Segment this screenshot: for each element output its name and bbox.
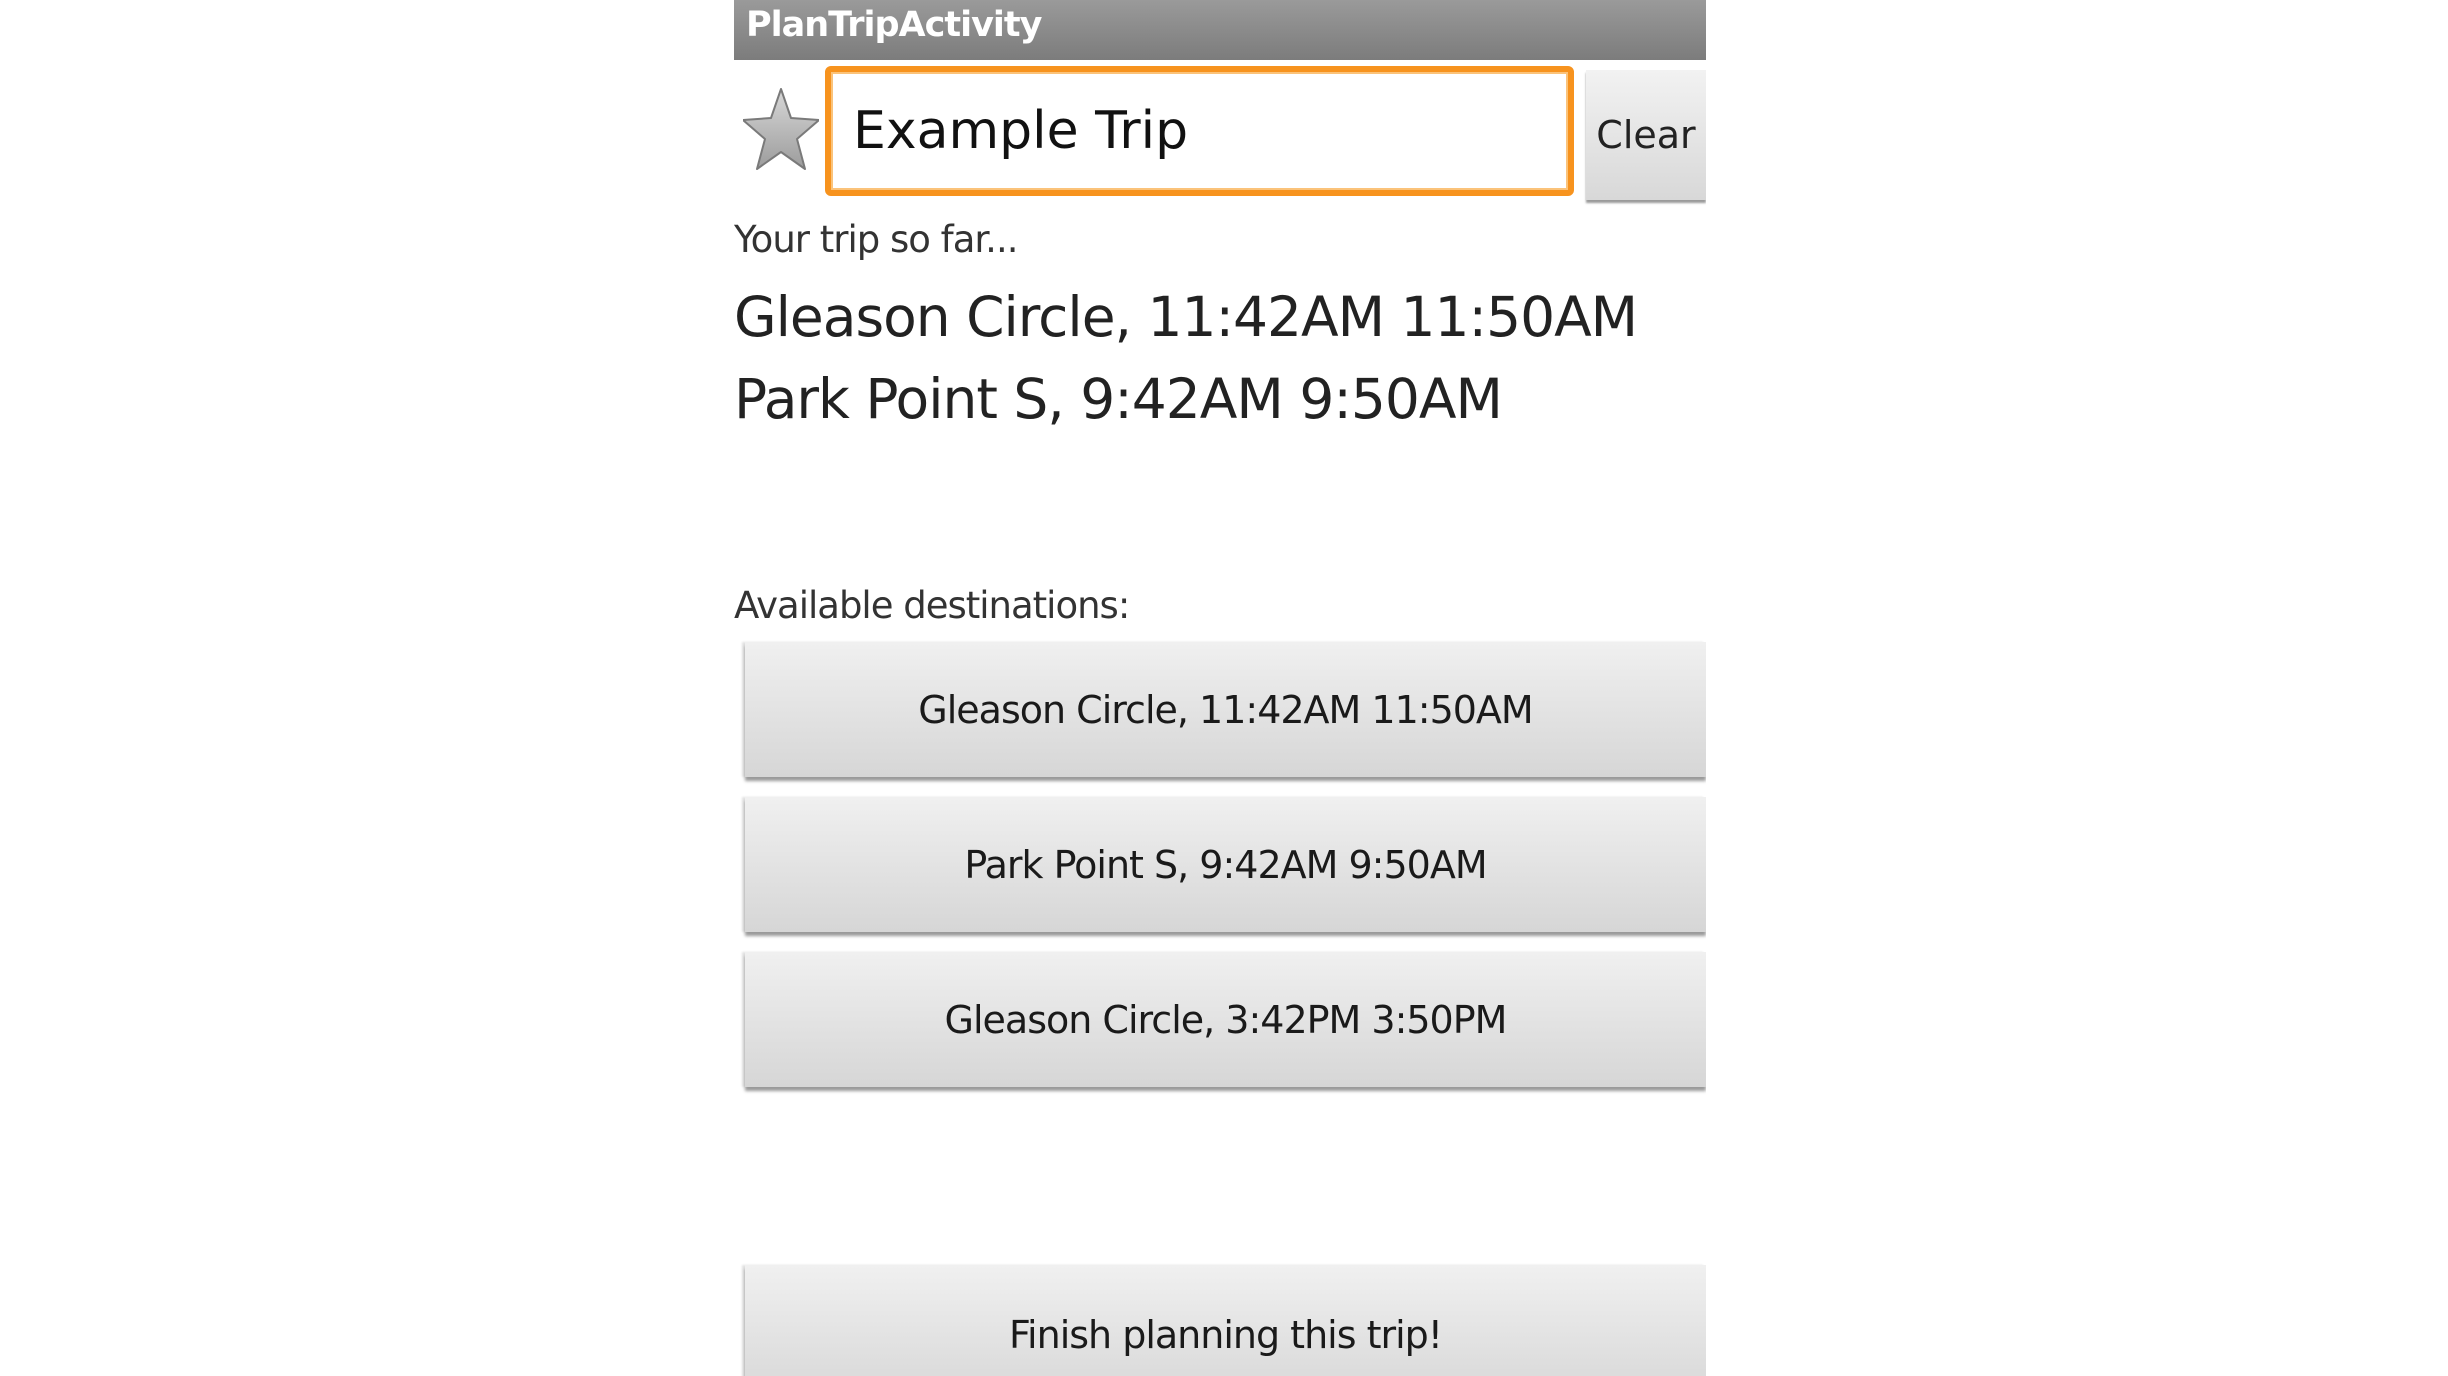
destinations-heading: Available destinations: [734, 584, 1130, 627]
trip-name-input[interactable] [825, 66, 1574, 196]
star-icon[interactable] [743, 85, 819, 175]
trip-stop: Park Point S, 9:42AM 9:50AM [734, 367, 1503, 431]
finish-planning-button[interactable]: Finish planning this trip! [745, 1265, 1706, 1376]
trip-stop: Gleason Circle, 11:42AM 11:50AM [734, 285, 1638, 349]
trip-heading: Your trip so far... [734, 218, 1018, 261]
title-bar: PlanTripActivity [734, 0, 1706, 60]
destination-button[interactable]: Gleason Circle, 11:42AM 11:50AM [745, 642, 1706, 777]
trip-stop-list: Gleason Circle, 11:42AM 11:50AM Park Poi… [734, 276, 1638, 440]
destination-button[interactable]: Park Point S, 9:42AM 9:50AM [745, 797, 1706, 932]
destination-button[interactable]: Gleason Circle, 3:42PM 3:50PM [745, 952, 1706, 1087]
app-screen: PlanTripActivity Clear Your trip so far.… [734, 0, 1706, 1376]
clear-button[interactable]: Clear [1586, 70, 1706, 200]
